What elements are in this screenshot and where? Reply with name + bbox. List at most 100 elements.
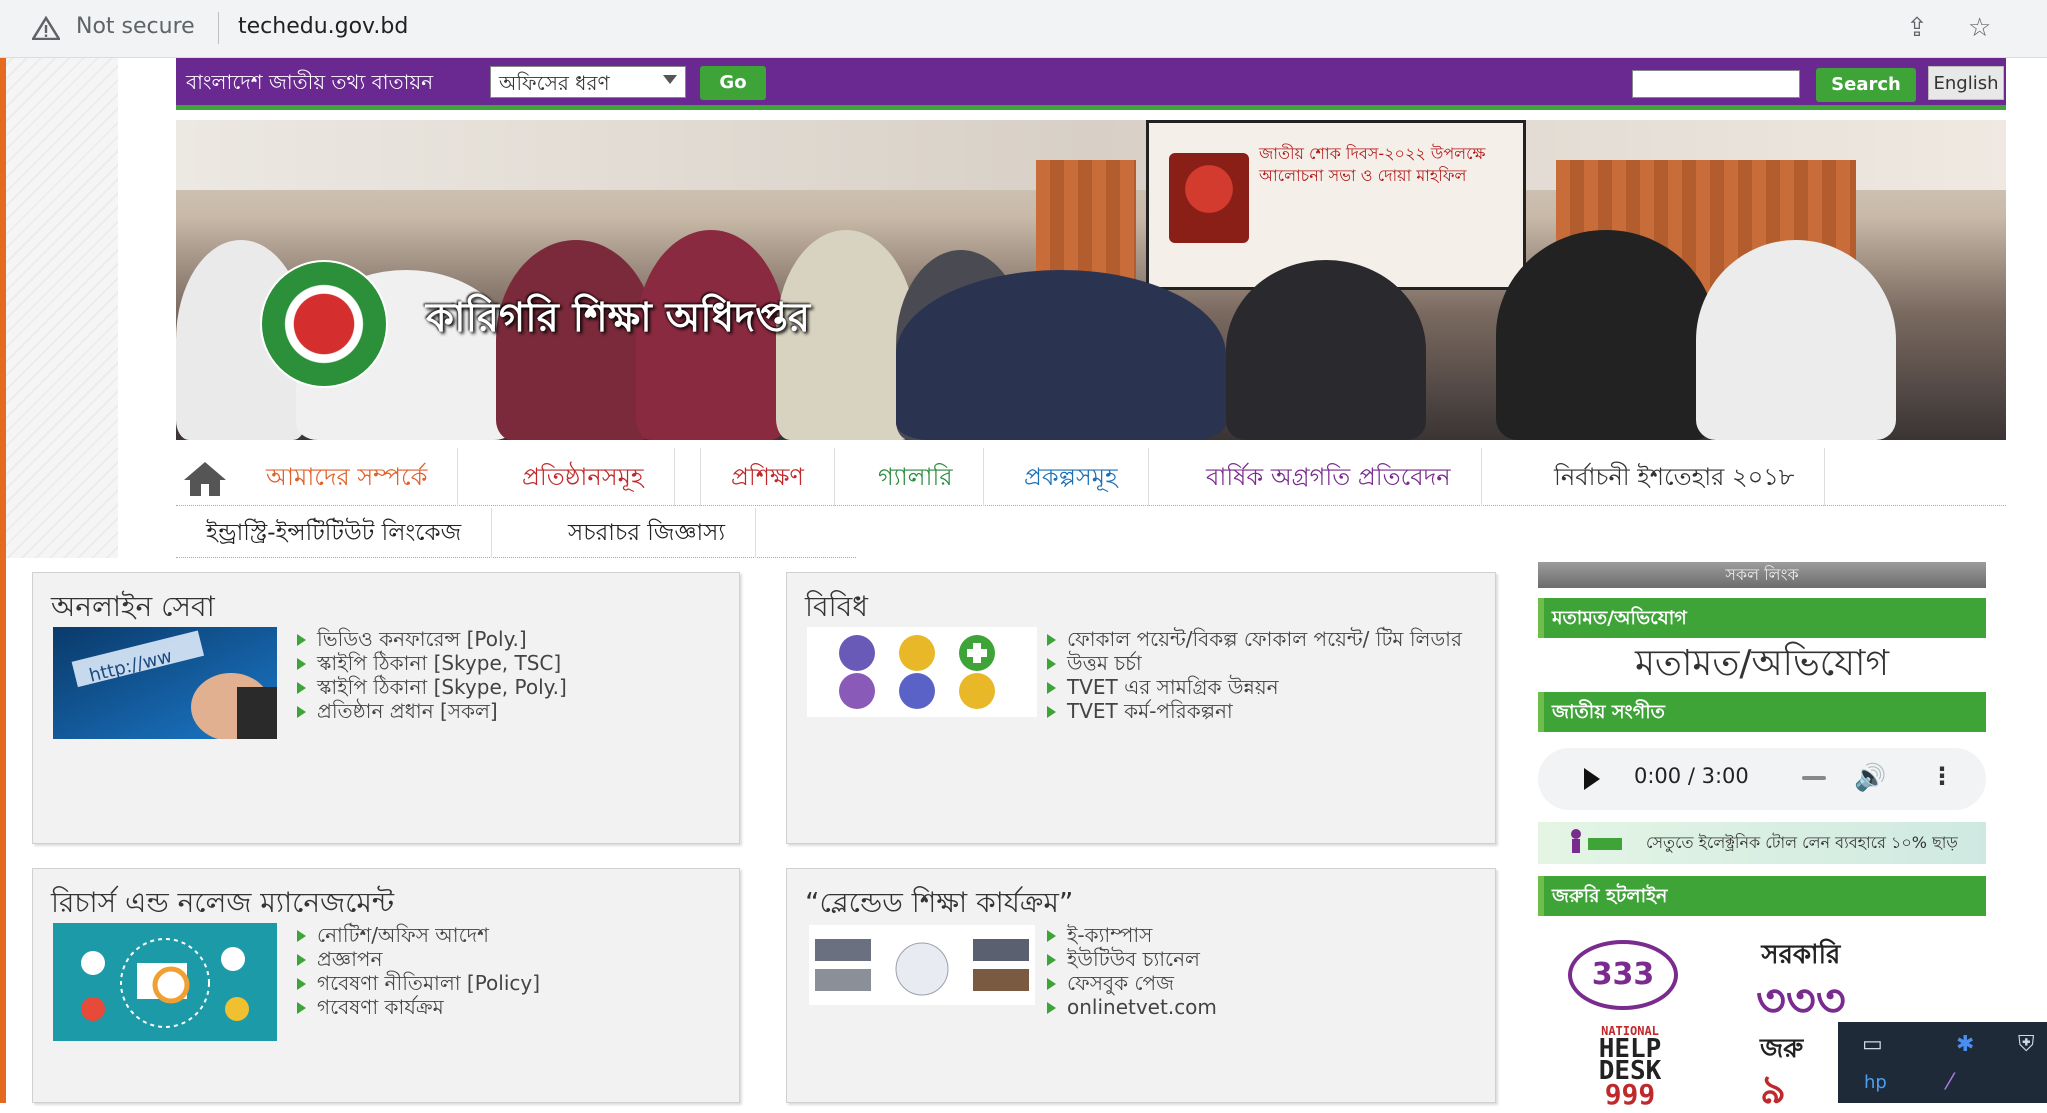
bluetooth-icon[interactable]: ✱ [1956,1032,1974,1057]
nav-label: প্রকল্পসমূহ [1024,463,1118,491]
government-seal-logo [260,260,388,388]
hotline-333-logo[interactable]: 333 [1568,940,1678,1010]
volume-icon[interactable]: 🔊 [1854,763,1886,793]
list-item[interactable]: onlinetvet.com [1045,995,1217,1019]
system-tray: ▭ ✱ ⛨ hp ⁄ [1838,1022,2047,1103]
play-icon[interactable] [1584,768,1600,790]
portrait-image [1169,153,1249,243]
seek-bar[interactable] [1802,776,1826,780]
banner-image: জাতীয় শোক দিবস-২০২২ উপলক্ষে আলোচনা সভা … [176,120,2006,440]
department-title: কারিগরি শিক্ষা অধিদপ্তর [426,295,811,341]
helpdesk-999-logo[interactable]: NATIONAL HELP DESK 999 [1584,1024,1676,1111]
blended-list: ই-ক্যাম্পাস ইউটিউব চ্যানেল ফেসবুক পেজ on… [1045,923,1217,1019]
search-input[interactable] [1632,70,1800,98]
banner-person [1226,260,1426,440]
screen-text: জাতীয় শোক দিবস-২০২২ উপলক্ষে আলোচনা সভা … [1259,144,1486,185]
list-item[interactable]: ইউটিউব চ্যানেল [1045,947,1217,971]
box-title: রিচার্স এন্ড নলেজ ম্যানেজমেন্ট [51,886,395,919]
national-portal-link[interactable]: বাংলাদেশ জাতীয় তথ্য বাতায়ন [186,68,433,101]
security-label[interactable]: Not secure [76,14,195,39]
list-item[interactable]: স্কাইপি ঠিকানা [Skype, Poly.] [295,675,567,699]
emergency-logo[interactable]: জরু ৯ [1760,1028,1803,1110]
divider [218,12,219,44]
blended-framework-image [809,925,1035,1005]
list-item[interactable]: ফেসবুক পেজ [1045,971,1217,995]
share-icon[interactable]: ⇪ [1906,14,1928,42]
online-services-image: http://ww [53,627,277,739]
player-time: 0:00 / 3:00 [1634,764,1749,788]
research-list: নোটিশ/অফিস আদেশ প্রজ্ঞাপন গবেষণা নীতিমাল… [295,923,540,1019]
nav-about[interactable]: আমাদের সম্পর্কে [236,448,459,506]
gov-info-333-logo[interactable]: সরকারি ৩৩৩ [1756,934,1846,1027]
url-text[interactable]: techedu.gov.bd [238,14,408,39]
list-item[interactable]: ফোকাল পয়েন্ট/বিকল্প ফোকাল পয়েন্ট/ টিম … [1045,627,1465,651]
go-button[interactable]: Go [700,66,766,100]
warning-icon[interactable] [32,16,60,40]
banner-curtain [1036,160,1136,280]
misc-box: বিবিধ ফোকাল পয়েন্ট/বিকল্প ফোকাল পয়েন্ট… [786,572,1496,844]
audio-player: 0:00 / 3:00 🔊 ⋮ [1538,748,1986,810]
research-image [53,923,277,1041]
office-type-value: অফিসের ধরণ [499,71,610,95]
nav-label: নির্বাচনী ইশতেহার ২০১৮ [1554,463,1795,491]
list-item[interactable]: গবেষণা কার্যক্রম [295,995,540,1019]
pen-icon[interactable]: ⁄ [1948,1070,1952,1095]
list-item[interactable]: উত্তম চর্চা [1045,651,1465,675]
nav-training[interactable]: প্রশিক্ষণ [700,448,835,506]
feedback-bar: মতামত/অভিযোগ [1538,598,1986,638]
list-item[interactable]: ভিডিও কনফারেন্স [Poly.] [295,627,567,651]
search-button[interactable]: Search [1816,68,1916,102]
banner-person [1496,230,1716,440]
list-item[interactable]: ই-ক্যাম্পাস [1045,923,1217,947]
chevron-down-icon [663,75,677,84]
feedback-link[interactable]: মতামত/অভিযোগ [1538,636,1986,692]
gov-info-number: ৩৩৩ [1756,973,1846,1027]
banner-person [896,270,1226,440]
home-icon[interactable] [176,456,234,500]
shield-icon[interactable]: ⛨ [2018,1032,2035,1057]
toll-banner[interactable]: সেতুতে ইলেক্ট্রনিক টোল লেন ব্যবহারে ১০% … [1538,822,1986,864]
office-type-select[interactable]: অফিসের ধরণ [490,66,686,98]
main-nav: আমাদের সম্পর্কে প্রতিষ্ঠানসমূহ প্রশিক্ষণ… [176,448,2006,506]
research-box: রিচার্স এন্ড নলেজ ম্যানেজমেন্ট নোটিশ/অফি… [32,868,740,1103]
helpdesk-number: 999 [1604,1078,1656,1111]
nav-label: বার্ষিক অগ্রগতি প্রতিবেদন [1206,463,1451,491]
screen-icon[interactable]: ▭ [1862,1032,1883,1057]
decorative-pattern [0,58,118,558]
more-options-icon[interactable]: ⋮ [1930,762,1954,790]
box-title: বিবিধ [805,590,868,623]
nav-industry-linkage[interactable]: ইন্ড্রাস্ট্রি-ইন্সটিটিউট লিংকেজ [176,508,493,558]
star-icon[interactable]: ☆ [1968,14,1991,42]
anthem-bar: জাতীয় সংগীত [1538,692,1986,732]
list-item[interactable]: TVET কর্ম-পরিকল্পনা [1045,699,1465,723]
misc-list: ফোকাল পয়েন্ট/বিকল্প ফোকাল পয়েন্ট/ টিম … [1045,627,1465,723]
nav-election-manifesto[interactable]: নির্বাচনী ইশতেহার ২০১৮ [1524,448,1826,506]
hp-icon[interactable]: hp [1864,1072,1887,1093]
nav-faq[interactable]: সচরাচর জিজ্ঞাস্য [538,508,757,558]
box-title: অনলাইন সেবা [51,590,215,623]
nav-projects[interactable]: প্রকল্পসমূহ [994,448,1149,506]
list-item[interactable]: TVET এর সামগ্রিক উন্নয়ন [1045,675,1465,699]
toll-person-icon [1571,829,1622,853]
top-bar: বাংলাদেশ জাতীয় তথ্য বাতায়ন অফিসের ধরণ … [176,58,2006,110]
nav-institutions[interactable]: প্রতিষ্ঠানসমূহ [492,448,675,506]
gov-info-label: সরকারি [1761,940,1841,970]
english-button[interactable]: English [1928,66,2004,100]
box-title: “ব্লেন্ডেড শিক্ষা কার্যক্রম” [805,886,1074,919]
list-item[interactable]: নোটিশ/অফিস আদেশ [295,923,540,947]
banner-person [1696,240,1896,440]
list-item[interactable]: প্রজ্ঞাপন [295,947,540,971]
list-item[interactable]: স্কাইপি ঠিকানা [Skype, TSC] [295,651,567,675]
hotline-bar: জরুরি হটলাইন [1538,876,1986,916]
hotline-333-number: 333 [1591,957,1655,992]
helpdesk-label: HELP DESK [1598,1034,1662,1086]
nav-label: প্রশিক্ষণ [731,463,804,491]
nav-gallery[interactable]: গ্যালারি [848,448,984,506]
online-services-list: ভিডিও কনফারেন্স [Poly.] স্কাইপি ঠিকানা [… [295,627,567,723]
list-item[interactable]: প্রতিষ্ঠান প্রধান [সকল] [295,699,567,723]
misc-icons-image [807,627,1037,717]
list-item[interactable]: গবেষণা নীতিমালা [Policy] [295,971,540,995]
nav-label: আমাদের সম্পর্কে [266,463,428,491]
all-links-header[interactable]: সকল লিংক [1538,562,1986,588]
nav-annual-report[interactable]: বার্ষিক অগ্রগতি প্রতিবেদন [1176,448,1482,506]
